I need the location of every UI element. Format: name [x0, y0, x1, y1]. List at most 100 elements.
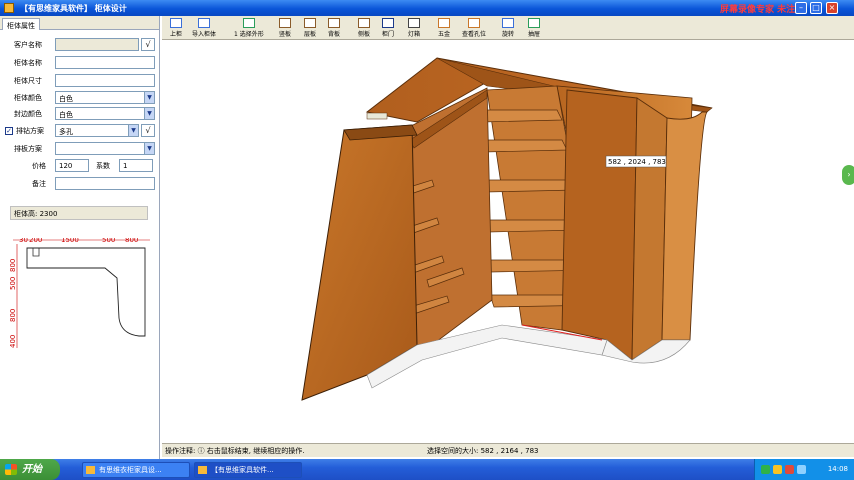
close-button[interactable]: × — [826, 2, 838, 14]
panel-tabs: 柜体属性 — [0, 16, 159, 30]
toolbar-back-button[interactable]: 背板 — [328, 18, 340, 40]
chevron-down-icon[interactable]: ▼ — [128, 125, 138, 136]
remark-label: 备注 — [32, 180, 46, 188]
taskbar-item[interactable]: 【有思维家具软件... — [194, 462, 302, 478]
hole-mode-checkbox[interactable]: ✓ — [5, 127, 13, 135]
cabinet-color-label: 柜体颜色 — [14, 94, 42, 102]
recorder-watermark: 屏幕录像专家 未注册 — [720, 5, 805, 15]
coefficient-label: 系数 — [96, 162, 110, 170]
toolbar-lighting-button[interactable]: 灯箱 — [408, 18, 420, 40]
main-toolbar: 上柜 导入柜体 1 选择外形 竖板 层板 背板 侧板 柜门 灯箱 五金 查看孔位 旋转 抽屉 — [162, 16, 854, 40]
prev-icon — [170, 18, 182, 28]
trim-color-label: 封边颜色 — [14, 110, 42, 118]
coefficient-input[interactable]: 1 — [119, 159, 153, 172]
top-dim-label: 800 — [125, 238, 138, 244]
chevron-down-icon[interactable]: ▼ — [144, 143, 154, 154]
partition-icon — [279, 18, 291, 28]
trim-color-value: 白色 — [59, 111, 73, 119]
status-bar: 操作注释: ⓘ 右击鼠标结束, 继续相应的操作. 选择空间的大小: 582 , … — [162, 443, 854, 457]
price-input[interactable]: 120 — [55, 159, 89, 172]
left-panel-label-tag — [366, 112, 388, 120]
toolbar-shelf-button[interactable]: 层板 — [304, 18, 316, 40]
floorplan-view[interactable]: 30 200 1500 500 800 800 500 800 400 — [5, 238, 155, 358]
tray-icon[interactable] — [785, 465, 794, 474]
expand-panel-handle[interactable]: › — [842, 165, 854, 185]
hole-mode-apply-button[interactable]: √ — [141, 124, 155, 137]
toolbar-side-button[interactable]: 侧板 — [358, 18, 370, 40]
pan-icon — [528, 18, 540, 28]
remark-row: 备注 — [0, 177, 160, 191]
speaker-icon[interactable] — [797, 465, 806, 474]
maximize-button[interactable]: □ — [810, 2, 822, 14]
title-bar: 【有思维家具软件】 柜体设计 屏幕录像专家 未注册 – □ × — [0, 0, 854, 16]
left-dim-label: 800 — [9, 259, 17, 272]
system-tray: 14:08 — [754, 459, 854, 480]
chevron-down-icon[interactable]: ▼ — [144, 108, 154, 119]
import-icon — [198, 18, 210, 28]
sort-scheme-select[interactable]: ▼ — [55, 142, 155, 155]
clock: 14:08 — [827, 465, 848, 473]
top-dim-label: 30 — [19, 238, 28, 244]
cabinet-size-label: 柜体尺寸 — [14, 77, 42, 85]
cabinet-3d-render[interactable]: 582 , 2024 , 783 — [162, 40, 854, 443]
cabinet-properties-panel: 柜体属性 客户名称 √ 柜体名称 柜体尺寸 柜体颜色 白色 ▼ 封边颜色 白色 … — [0, 16, 160, 459]
taskbar-item-label: 【有思维家具软件... — [211, 466, 274, 474]
trim-color-select[interactable]: 白色 ▼ — [55, 107, 155, 120]
taskbar-item[interactable]: 有思维衣柜家具设... — [82, 462, 190, 478]
top-dim-label: 1500 — [61, 238, 79, 244]
toolbar-rotate-button[interactable]: 旋转 — [502, 18, 514, 40]
rotate-icon — [502, 18, 514, 28]
trim-color-row: 封边颜色 白色 ▼ — [0, 107, 160, 121]
toolbar-button-label: 背板 — [328, 31, 341, 38]
chevron-down-icon[interactable]: ▼ — [144, 92, 154, 103]
tray-icon[interactable] — [761, 465, 770, 474]
toolbar-import-button[interactable]: 导入柜体 — [192, 18, 216, 40]
toolbar-button-label: 柜门 — [382, 31, 395, 38]
cabinet-size-input[interactable] — [55, 74, 155, 87]
left-dim-label: 500 — [9, 277, 17, 290]
toolbar-button-label: 抽屉 — [528, 31, 541, 38]
toolbar-button-label: 导入柜体 — [192, 31, 217, 38]
view_hole-icon — [468, 18, 480, 28]
remark-input[interactable] — [55, 177, 155, 190]
windows-flag-icon — [5, 464, 17, 475]
toolbar-button-label: 上柜 — [170, 31, 183, 38]
right-bay-inner-side — [631, 97, 668, 361]
toolbar-pan-button[interactable]: 抽屉 — [528, 18, 540, 40]
hole-mode-row: ✓ 排钻方案 多孔 ▼ √ — [0, 124, 160, 138]
price-label: 价格 — [32, 162, 46, 170]
cabinet-size-row: 柜体尺寸 — [0, 74, 160, 88]
tray-icon[interactable] — [773, 465, 782, 474]
app-icon — [86, 466, 95, 474]
operation-hint: 操作注释: ⓘ 右击鼠标结束, 继续相应的操作. — [165, 447, 305, 455]
window-title: 【有思维家具软件】 柜体设计 — [20, 4, 127, 13]
toolbar-button-label: 竖板 — [279, 31, 292, 38]
right-bay-back — [561, 89, 638, 361]
app-icon — [4, 3, 14, 13]
left-dim-label: 400 — [9, 335, 17, 348]
toolbar-outline-button[interactable]: 1 选择外形 — [234, 18, 264, 40]
cabinet-name-label: 柜体名称 — [14, 59, 42, 67]
cabinet-color-value: 白色 — [59, 95, 73, 103]
toolbar-view_hole-button[interactable]: 查看孔位 — [462, 18, 486, 40]
minimize-button[interactable]: – — [795, 2, 807, 14]
customer-name-input[interactable] — [55, 38, 139, 51]
3d-viewport[interactable]: 582 , 2024 , 783 — [162, 40, 854, 443]
taskbar-item-label: 有思维衣柜家具设... — [99, 466, 162, 474]
hole-mode-value: 多孔 — [59, 128, 73, 136]
hole-mode-select[interactable]: 多孔 ▼ — [55, 124, 139, 137]
tab-cabinet-properties[interactable]: 柜体属性 — [2, 18, 40, 30]
toolbar-door-button[interactable]: 柜门 — [382, 18, 394, 40]
customer-name-row: 客户名称 √ — [0, 38, 160, 52]
cabinet-name-row: 柜体名称 — [0, 56, 160, 70]
toolbar-prev-button[interactable]: 上柜 — [170, 18, 182, 40]
cabinet-name-input[interactable] — [55, 56, 155, 69]
floorplan-outline — [26, 247, 146, 337]
start-button[interactable]: 开始 — [0, 459, 60, 480]
customer-pick-button[interactable]: √ — [141, 38, 155, 51]
toolbar-partition-button[interactable]: 竖板 — [279, 18, 291, 40]
cabinet-color-select[interactable]: 白色 ▼ — [55, 91, 155, 104]
sort-scheme-row: 排板方案 ▼ — [0, 142, 160, 156]
toolbar-button-label: 1 选择外形 — [234, 31, 264, 38]
toolbar-hardware-button[interactable]: 五金 — [438, 18, 450, 40]
